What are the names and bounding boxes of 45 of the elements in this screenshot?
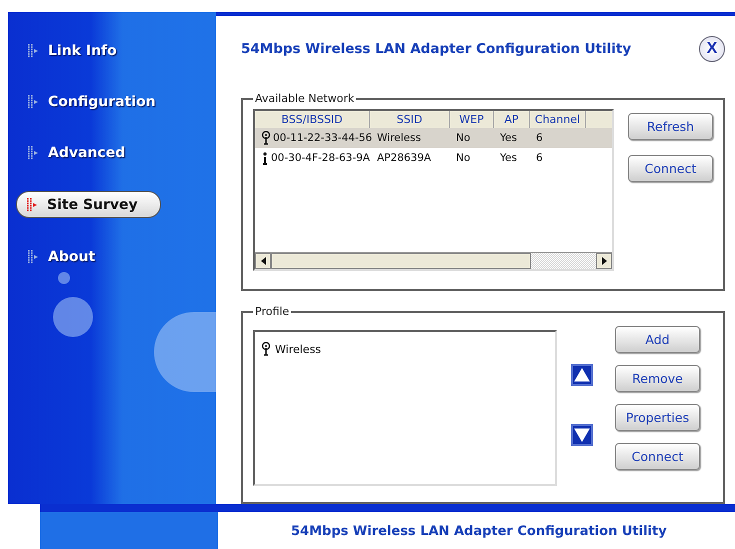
table-cell-text: No xyxy=(455,132,472,144)
table-cell: 00-30-4F-28-63-9A xyxy=(255,152,377,164)
group-title: Profile xyxy=(254,305,290,318)
profile-item[interactable]: Wireless xyxy=(255,332,555,366)
left-arrow-icon xyxy=(260,257,266,265)
dotted-arrow-icon xyxy=(28,146,40,160)
table-cell-text: Yes xyxy=(499,132,518,144)
group-title: Available Network xyxy=(254,92,356,105)
antenna-icon xyxy=(261,342,271,356)
move-down-button[interactable] xyxy=(571,424,593,446)
window-title: 54Mbps Wireless LAN Adapter Configuration Utility xyxy=(241,41,632,57)
horizontal-scrollbar[interactable] xyxy=(255,252,612,269)
bubble-decoration xyxy=(53,297,93,337)
close-button[interactable]: X xyxy=(699,36,725,62)
table-cell: 00-11-22-33-44-56 xyxy=(255,131,377,145)
sidebar-item[interactable]: Advanced xyxy=(28,140,148,165)
profile-button[interactable]: Remove xyxy=(615,365,700,392)
sidebar-item[interactable]: Configuration xyxy=(28,89,178,114)
antenna-icon xyxy=(261,131,271,145)
up-arrow-icon xyxy=(574,368,590,382)
network-button[interactable]: Refresh xyxy=(628,113,713,140)
bubble-decoration xyxy=(58,272,70,284)
profile-button[interactable]: Add xyxy=(615,326,700,353)
table-cell-text: AP28639A xyxy=(377,152,432,164)
table-cell-text: No xyxy=(455,152,472,164)
network-row[interactable]: 00-11-22-33-44-56 Wireless No Yes 6 xyxy=(255,128,612,148)
table-cell-text: 6 xyxy=(535,132,544,144)
person-icon xyxy=(261,152,269,164)
dotted-arrow-icon xyxy=(27,198,39,212)
sidebar-item[interactable]: Site Survey xyxy=(16,191,161,218)
down-arrow-icon xyxy=(574,428,590,442)
move-up-button[interactable] xyxy=(571,364,593,386)
dotted-arrow-icon xyxy=(28,94,40,108)
table-cell-text: Wireless xyxy=(377,132,422,144)
window-title: 54Mbps Wireless LAN Adapter Configuration Utility xyxy=(290,523,667,539)
right-arrow-icon xyxy=(602,257,606,265)
profile-button[interactable]: Connect xyxy=(615,443,700,470)
profile-button[interactable]: Properties xyxy=(615,404,700,431)
table-cell-text: 6 xyxy=(535,152,544,164)
sidebar-item[interactable]: Link Info xyxy=(28,38,139,63)
network-button[interactable]: Connect xyxy=(628,155,713,182)
dotted-arrow-icon xyxy=(28,250,40,264)
table-cell-text: Yes xyxy=(499,152,518,164)
sidebar-item[interactable]: About xyxy=(28,244,118,269)
dotted-arrow-icon xyxy=(28,44,40,58)
